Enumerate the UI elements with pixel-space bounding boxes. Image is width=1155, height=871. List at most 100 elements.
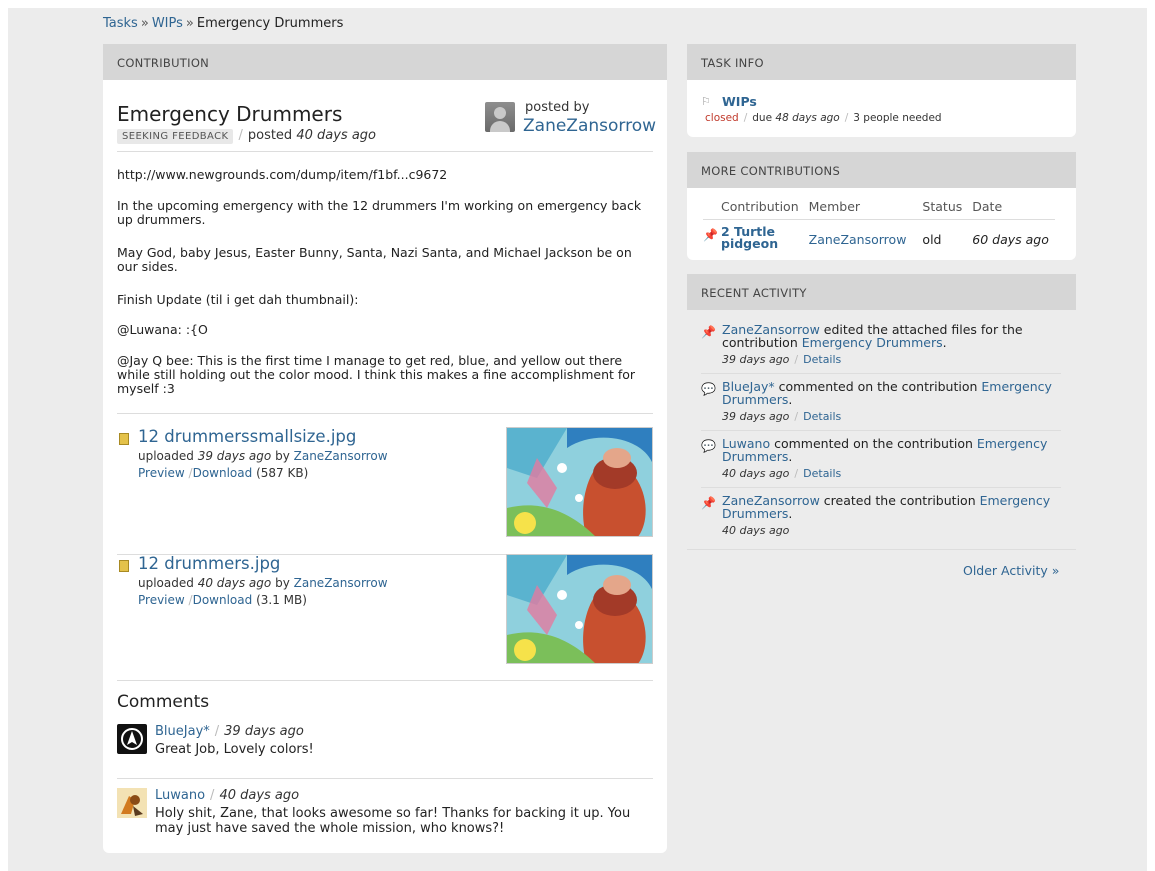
contributions-table: Contribution Member Status Date 📌 2 Turt…	[703, 199, 1055, 250]
pin-icon: 📌	[703, 227, 718, 242]
avatar[interactable]	[117, 788, 147, 818]
task-link[interactable]: WIPs	[722, 94, 757, 109]
older-activity-link[interactable]: Older Activity »	[963, 563, 1059, 578]
status-badge: SEEKING FEEDBACK	[117, 129, 234, 144]
image-file-icon	[119, 560, 129, 572]
contribution-title: Emergency Drummers	[117, 102, 343, 126]
activity-target-link[interactable]: Emergency Drummers	[802, 335, 943, 350]
file-size: (3.1 MB)	[256, 593, 307, 607]
member-link[interactable]: ZaneZansorrow	[809, 232, 907, 247]
activity-item: 💬 Luwano commented on the contribution E…	[701, 436, 1061, 486]
column-header: Member	[804, 199, 913, 220]
activity-item: 📌 ZaneZansorrow created the contribution…	[701, 494, 1061, 543]
breadcrumb-tasks[interactable]: Tasks	[103, 16, 138, 31]
divider	[117, 680, 653, 681]
preview-link[interactable]: Preview	[138, 466, 185, 480]
contribution-cell: 📌 2 Turtle pidgeon	[703, 219, 805, 250]
comment-icon: 💬	[701, 382, 716, 396]
comment-header: BlueJay*/39 days ago	[155, 724, 304, 739]
activity-meta: 39 days ago / Details	[722, 410, 842, 423]
contribution-panel: CONTRIBUTION Emergency Drummers SEEKING …	[103, 44, 667, 853]
breadcrumb-wips[interactable]: WIPs	[152, 16, 183, 31]
description-paragraph: In the upcoming emergency with the 12 dr…	[117, 198, 642, 227]
activity-text: Luwano commented on the contribution Eme…	[722, 436, 1048, 464]
table-row[interactable]: 📌 2 Turtle pidgeon ZaneZansorrow old 60 …	[703, 219, 1055, 250]
panel-header: CONTRIBUTION	[103, 44, 667, 80]
description-paragraph: @Luwana: :{O	[117, 322, 208, 337]
activity-meta: 39 days ago / Details	[722, 353, 842, 366]
file-name-link[interactable]: 12 drummerssmallsize.jpg	[138, 427, 356, 446]
breadcrumb-separator: »	[140, 16, 149, 31]
breadcrumb-current: Emergency Drummers	[196, 16, 344, 31]
panel-header: RECENT ACTIVITY	[687, 274, 1076, 310]
activity-item: 📌 ZaneZansorrow edited the attached file…	[701, 322, 1061, 372]
comment-text: Holy shit, Zane, that looks awesome so f…	[155, 806, 631, 836]
avatar[interactable]	[117, 724, 147, 754]
avatar[interactable]	[485, 102, 515, 132]
comment-time: 40 days ago	[219, 788, 300, 803]
preview-link[interactable]: Preview	[138, 593, 185, 607]
table-header-row: Contribution Member Status Date	[703, 199, 1055, 220]
activity-text: BlueJay* commented on the contribution E…	[722, 379, 1052, 407]
file-attachment: 12 drummers.jpg uploaded 40 days ago by …	[117, 554, 653, 666]
task-info-panel: TASK INFO ⚐ WIPs closed / due 48 days ago /…	[687, 44, 1076, 137]
details-link[interactable]: Details	[803, 410, 841, 423]
compass-logo-icon	[121, 728, 143, 750]
description-paragraph: May God, baby Jesus, Easter Bunny, Santa…	[117, 245, 632, 274]
download-link[interactable]: Download	[193, 593, 253, 607]
comment-author-link[interactable]: BlueJay*	[155, 724, 210, 739]
task-needed: 3 people needed	[853, 112, 942, 124]
description-paragraph: @Jay Q bee: This is the first time I man…	[117, 353, 636, 396]
details-link[interactable]: Details	[803, 353, 841, 366]
column-header: Date	[968, 199, 1055, 220]
image-file-icon	[119, 433, 129, 445]
uploader-link[interactable]: ZaneZansorrow	[294, 449, 388, 463]
comments-heading: Comments	[117, 692, 210, 712]
breadcrumb: Tasks» WIPs» Emergency Drummers	[103, 16, 343, 31]
contribution-link[interactable]: 2 Turtle pidgeon	[721, 225, 799, 250]
drummer-artwork-icon	[507, 555, 652, 663]
comment-icon: 💬	[701, 439, 716, 453]
column-header: Contribution	[703, 199, 805, 220]
activity-meta: 40 days ago / Details	[722, 467, 842, 480]
file-actions: Preview /Download (587 KB)	[138, 466, 309, 480]
date-cell: 60 days ago	[972, 231, 1049, 247]
panel-header: TASK INFO	[687, 44, 1076, 80]
comment-text: Great Job, Lovely colors!	[155, 742, 314, 757]
divider	[117, 151, 653, 152]
file-name-link[interactable]: 12 drummers.jpg	[138, 554, 280, 573]
pin-icon: 📌	[701, 325, 716, 339]
recent-activity-panel: RECENT ACTIVITY 📌 ZaneZansorrow edited t…	[687, 274, 1076, 557]
breadcrumb-separator: »	[185, 16, 194, 31]
comment-header: Luwano/40 days ago	[155, 788, 300, 803]
divider	[687, 549, 1076, 550]
posted-prefix: posted	[247, 128, 293, 143]
comment: Luwano/40 days ago Holy shit, Zane, that…	[117, 788, 653, 844]
file-thumbnail[interactable]	[506, 554, 653, 664]
contribution-status-row: SEEKING FEEDBACK / posted 40 days ago	[117, 128, 376, 144]
activity-item: 💬 BlueJay* commented on the contribution…	[701, 379, 1061, 429]
file-meta: uploaded 40 days ago by ZaneZansorrow	[138, 576, 388, 590]
uploader-link[interactable]: ZaneZansorrow	[294, 576, 388, 590]
posted-when: 40 days ago	[296, 128, 376, 143]
activity-meta: 40 days ago	[722, 524, 790, 537]
activity-text: ZaneZansorrow edited the attached files …	[722, 322, 1023, 350]
comment: BlueJay*/39 days ago Great Job, Lovely c…	[117, 724, 653, 768]
task-due: 48 days ago	[775, 112, 840, 124]
divider	[701, 430, 1061, 431]
details-link[interactable]: Details	[803, 467, 841, 480]
task-icon: ⚐	[701, 95, 711, 108]
author-link[interactable]: ZaneZansorrow	[523, 116, 656, 136]
divider	[117, 778, 653, 779]
comment-author-link[interactable]: Luwano	[155, 788, 205, 803]
divider	[117, 413, 653, 414]
warrior-avatar-icon	[117, 788, 147, 818]
posted-by-label: posted by	[525, 100, 590, 115]
file-actions: Preview /Download (3.1 MB)	[138, 593, 307, 607]
description-paragraph: Finish Update (til i get dah thumbnail):	[117, 292, 359, 307]
panel-header: MORE CONTRIBUTIONS	[687, 152, 1076, 188]
file-attachment: 12 drummerssmallsize.jpg uploaded 39 day…	[117, 427, 653, 539]
file-thumbnail[interactable]	[506, 427, 653, 537]
download-link[interactable]: Download	[193, 466, 253, 480]
external-link[interactable]: http://www.newgrounds.com/dump/item/f1bf…	[117, 168, 653, 182]
